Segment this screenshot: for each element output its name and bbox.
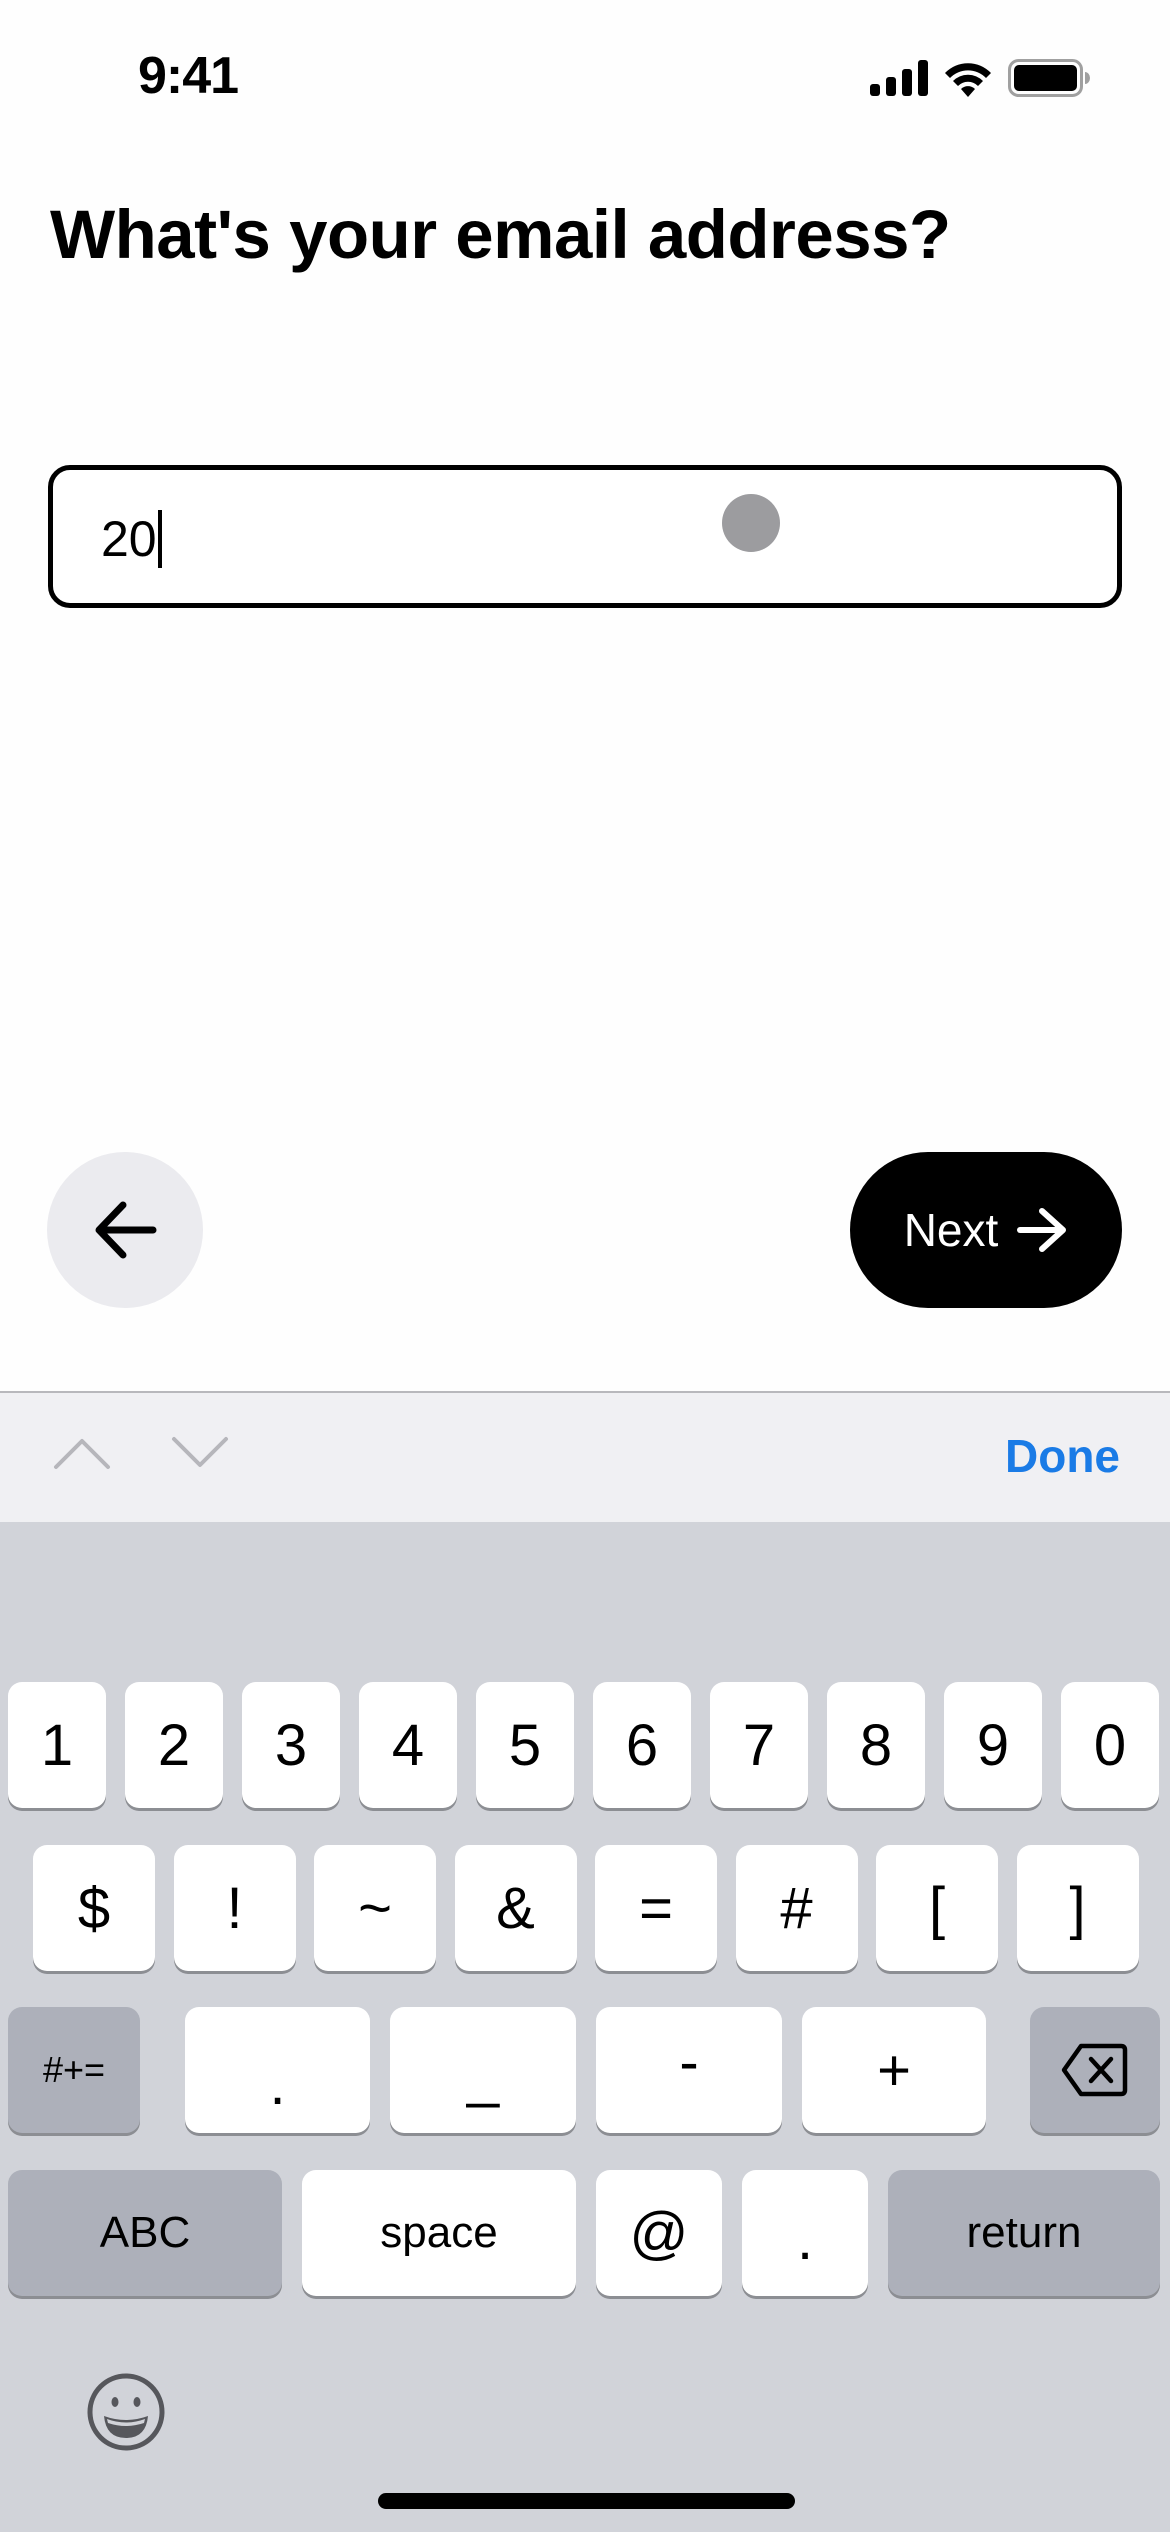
key-7[interactable]: 7 bbox=[710, 1682, 808, 1808]
arrow-right-icon bbox=[1017, 1208, 1067, 1252]
key-at[interactable]: @ bbox=[596, 2170, 722, 2296]
done-button[interactable]: Done bbox=[1005, 1429, 1120, 1483]
key-right-bracket[interactable]: ] bbox=[1016, 1845, 1139, 1971]
key-tilde[interactable]: ~ bbox=[314, 1845, 436, 1971]
key-9[interactable]: 9 bbox=[944, 1682, 1042, 1808]
key-exclamation[interactable]: ! bbox=[173, 1845, 296, 1971]
touch-indicator bbox=[722, 494, 780, 552]
key-hash[interactable]: # bbox=[735, 1845, 858, 1971]
key-label: _ bbox=[466, 2043, 500, 2109]
text-caret bbox=[157, 510, 162, 568]
key-underscore[interactable]: _ bbox=[390, 2007, 576, 2133]
key-period[interactable]: . bbox=[185, 2007, 370, 2133]
battery-icon bbox=[1008, 59, 1090, 97]
back-button[interactable] bbox=[47, 1152, 203, 1308]
status-time: 9:41 bbox=[138, 47, 239, 105]
home-indicator bbox=[378, 2493, 795, 2509]
key-dollar[interactable]: $ bbox=[33, 1845, 155, 1971]
page-title: What's your email address? bbox=[50, 196, 951, 273]
next-button-label: Next bbox=[903, 1204, 999, 1256]
space-key[interactable]: space bbox=[302, 2170, 576, 2296]
chevron-up-icon[interactable] bbox=[52, 1435, 112, 1471]
key-8[interactable]: 8 bbox=[827, 1682, 925, 1808]
return-key[interactable]: return bbox=[888, 2170, 1160, 2296]
chevron-down-icon[interactable] bbox=[170, 1435, 230, 1471]
key-6[interactable]: 6 bbox=[593, 1682, 691, 1808]
key-plus[interactable]: + bbox=[802, 2007, 986, 2133]
email-input-text: 20 bbox=[101, 511, 157, 567]
keyboard-toolbar: Done bbox=[0, 1391, 1170, 1522]
key-equals[interactable]: = bbox=[595, 1845, 717, 1971]
email-input-value: 20 bbox=[101, 510, 162, 568]
key-0[interactable]: 0 bbox=[1061, 1682, 1159, 1808]
email-input[interactable]: 20 bbox=[48, 465, 1122, 608]
symbols-toggle-key[interactable]: #+= bbox=[8, 2007, 140, 2133]
key-label: . bbox=[796, 2206, 814, 2272]
backspace-icon bbox=[1061, 2043, 1128, 2097]
abc-key[interactable]: ABC bbox=[8, 2170, 282, 2296]
key-label: - bbox=[679, 2029, 699, 2095]
next-button[interactable]: Next bbox=[850, 1152, 1122, 1308]
key-4[interactable]: 4 bbox=[359, 1682, 457, 1808]
key-1[interactable]: 1 bbox=[8, 1682, 106, 1808]
cellular-signal-icon bbox=[870, 60, 928, 96]
emoji-icon[interactable] bbox=[86, 2372, 166, 2452]
key-label: . bbox=[269, 2051, 286, 2117]
key-2[interactable]: 2 bbox=[125, 1682, 223, 1808]
delete-key[interactable] bbox=[1030, 2007, 1160, 2133]
status-icons bbox=[870, 58, 1090, 98]
key-hyphen[interactable]: - bbox=[596, 2007, 782, 2133]
key-label: + bbox=[877, 2037, 911, 2103]
key-3[interactable]: 3 bbox=[242, 1682, 340, 1808]
key-dot[interactable]: . bbox=[742, 2170, 868, 2296]
keyboard bbox=[0, 1522, 1170, 2532]
arrow-left-icon bbox=[95, 1201, 157, 1259]
key-5[interactable]: 5 bbox=[476, 1682, 574, 1808]
wifi-icon bbox=[945, 63, 991, 97]
key-left-bracket[interactable]: [ bbox=[876, 1845, 998, 1971]
key-ampersand[interactable]: & bbox=[454, 1845, 577, 1971]
